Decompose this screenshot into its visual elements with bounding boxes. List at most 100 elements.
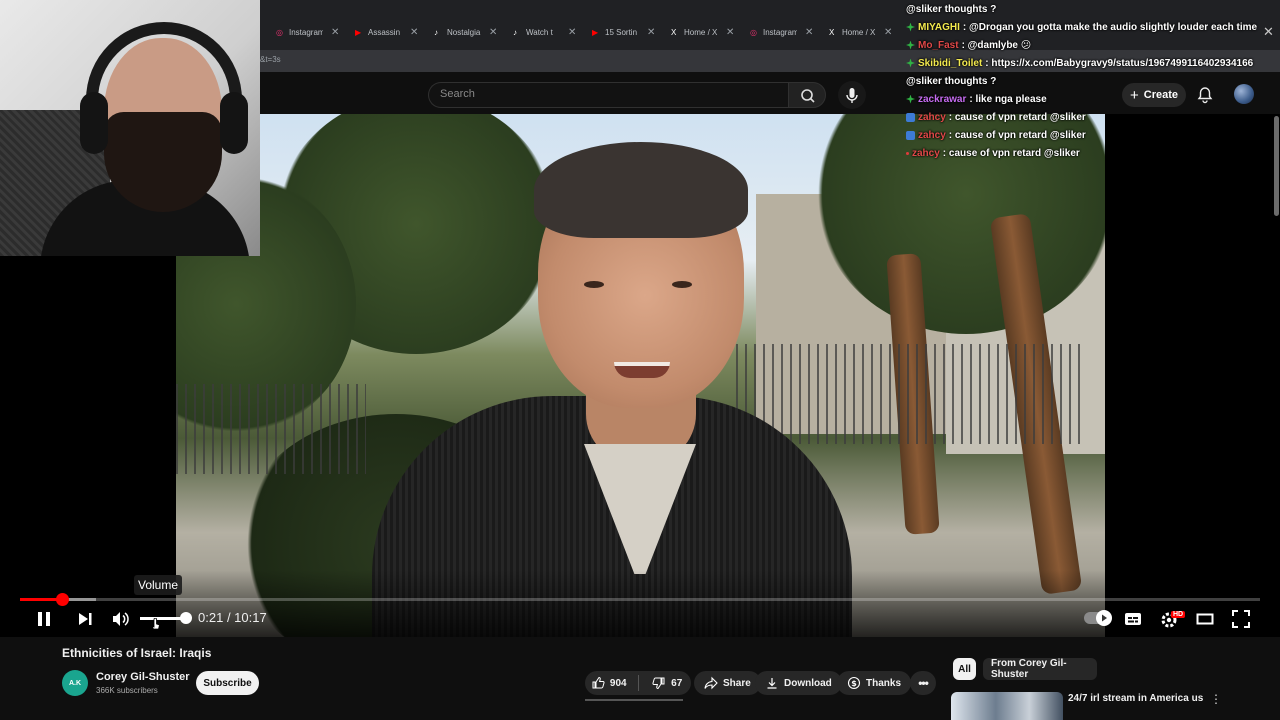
- chat-message: zahcy: cause of vpn retard @sliker: [906, 108, 1086, 126]
- closed-captions-icon: [1125, 613, 1141, 625]
- chat-message: @sliker thoughts ?: [906, 0, 996, 18]
- recommendation-title[interactable]: 24/7 irl stream in America us: [1068, 693, 1203, 704]
- browser-tab-label: 15 Sortin: [605, 27, 638, 37]
- tab-close-icon[interactable]: ✕: [489, 27, 497, 38]
- play-icon: [1102, 614, 1107, 622]
- tab-close-icon[interactable]: ✕: [331, 27, 339, 38]
- search-input[interactable]: [428, 82, 788, 108]
- thanks-label: Thanks: [866, 677, 902, 689]
- chat-badge-icon: [906, 94, 915, 104]
- recommendation-thumbnail[interactable]: [951, 692, 1063, 720]
- volume-slider-handle[interactable]: [180, 612, 192, 624]
- chat-message: zahcy: cause of vpn retard @sliker: [906, 144, 1080, 162]
- chat-text: : @damlybe 😕: [961, 39, 1032, 51]
- like-button[interactable]: 904: [585, 676, 633, 690]
- chat-text: : @Drogan you gotta make the audio sligh…: [962, 21, 1258, 33]
- screen: ◎ Instagram ✕ ▶ Assassin ✕ ♪ Nostalgia ✕ ♪ Watch t…: [0, 0, 1280, 720]
- thumbs-up-icon: [592, 676, 605, 689]
- tab-close-icon[interactable]: ✕: [568, 27, 576, 38]
- youtube-icon: ▶: [592, 27, 599, 37]
- page-scrollbar[interactable]: [1274, 116, 1279, 216]
- chat-message: @sliker thoughts ?: [906, 72, 996, 90]
- x-icon: X: [671, 27, 677, 37]
- tab-close-icon[interactable]: ✕: [410, 27, 418, 38]
- chat-text: : like nga please: [969, 93, 1047, 105]
- tiktok-icon: ♪: [434, 27, 438, 37]
- mute-button[interactable]: [109, 608, 131, 630]
- chat-badge-icon: [906, 22, 915, 32]
- browser-tab-label: Watch t: [526, 27, 553, 37]
- browser-tab-label: Nostalgia: [447, 27, 481, 37]
- microphone-icon: [846, 88, 858, 103]
- subtitles-button[interactable]: [1122, 608, 1144, 630]
- voice-search-button[interactable]: [838, 81, 866, 109]
- svg-text:$: $: [851, 679, 857, 688]
- download-icon: [767, 678, 777, 689]
- channel-avatar[interactable]: A.K: [62, 670, 88, 696]
- browser-tab[interactable]: ◎ Instagram ✕: [750, 24, 813, 40]
- chat-text: @sliker thoughts ?: [906, 3, 997, 15]
- progress-bar[interactable]: [20, 598, 1260, 601]
- more-actions-button[interactable]: •••: [910, 671, 936, 695]
- video-title: Ethnicities of Israel: Iraqis: [62, 646, 212, 660]
- subscriber-badge-icon: [906, 130, 915, 140]
- instagram-icon: ◎: [750, 27, 757, 37]
- dislike-count: 67: [671, 677, 683, 689]
- video-frame: [176, 114, 1105, 637]
- browser-tab[interactable]: ▶ 15 Sortin ✕: [592, 24, 655, 40]
- thanks-button[interactable]: $ Thanks: [837, 671, 912, 695]
- player-controls-gradient: [0, 570, 1280, 637]
- dislike-button[interactable]: 67: [643, 676, 691, 690]
- pause-button[interactable]: [33, 608, 55, 630]
- browser-tab[interactable]: X Home / X ✕: [671, 24, 734, 40]
- chip-all[interactable]: All: [953, 658, 976, 680]
- duration: 10:17: [234, 610, 267, 625]
- download-button[interactable]: Download: [755, 671, 842, 695]
- browser-tab[interactable]: ♪ Watch t ✕: [513, 24, 576, 40]
- more-horizontal-icon: •••: [918, 676, 929, 690]
- tab-close-icon[interactable]: ✕: [805, 27, 813, 38]
- browser-tab[interactable]: X Home / X ✕: [829, 24, 892, 40]
- fullscreen-icon: [1232, 610, 1250, 628]
- theater-mode-button[interactable]: [1194, 608, 1216, 630]
- share-button[interactable]: Share: [694, 671, 761, 695]
- channel-name[interactable]: Corey Gil-Shuster: [96, 671, 190, 683]
- chip-from-channel[interactable]: From Corey Gil-Shuster: [983, 658, 1097, 680]
- subscriber-badge-icon: [906, 112, 915, 122]
- browser-tab-label: Home / X: [684, 27, 718, 37]
- instagram-icon: ◎: [276, 27, 283, 37]
- autoplay-toggle-knob[interactable]: [1096, 610, 1112, 626]
- search-icon: [801, 89, 815, 103]
- browser-tab[interactable]: ◎ Instagram ✕: [276, 24, 339, 40]
- browser-tab[interactable]: ▶ Assassin ✕: [355, 24, 418, 40]
- browser-tab[interactable]: ♪ Nostalgia ✕: [434, 24, 497, 40]
- current-time: 0:21: [198, 610, 224, 625]
- browser-tab-label: Home / X: [842, 27, 876, 37]
- subscribe-button[interactable]: Subscribe: [196, 671, 259, 695]
- chat-username: zahcy: [912, 147, 940, 159]
- hd-badge: HD: [1171, 611, 1186, 618]
- x-icon: X: [829, 27, 835, 37]
- like-dislike-group: 904 67: [585, 671, 691, 695]
- next-video-button[interactable]: [74, 608, 96, 630]
- mouse-cursor-icon: [151, 618, 160, 630]
- chat-text: @sliker thoughts ?: [906, 75, 997, 87]
- search-button[interactable]: [788, 82, 826, 108]
- tab-close-icon[interactable]: ✕: [884, 27, 892, 38]
- thumbs-down-icon: [652, 677, 665, 690]
- search-placeholder: Search: [440, 88, 475, 100]
- recommendation-more-icon[interactable]: ⋮: [1210, 692, 1222, 706]
- tab-close-icon[interactable]: ✕: [726, 27, 734, 38]
- fullscreen-button[interactable]: [1230, 608, 1252, 630]
- like-ratio-underline: [585, 699, 683, 701]
- like-count: 904: [609, 677, 627, 689]
- tab-close-icon[interactable]: ✕: [647, 27, 655, 38]
- volume-tooltip: Volume: [134, 575, 183, 595]
- download-label: Download: [784, 677, 832, 689]
- chat-text: : cause of vpn retard @sliker: [942, 147, 1080, 159]
- tiktok-icon: ♪: [513, 27, 517, 37]
- subscriber-count: 366K subscribers: [96, 686, 158, 695]
- chat-text: : cause of vpn retard @sliker: [948, 129, 1086, 141]
- chat-username: MIYAGHI: [918, 21, 960, 33]
- volume-icon: [113, 612, 129, 626]
